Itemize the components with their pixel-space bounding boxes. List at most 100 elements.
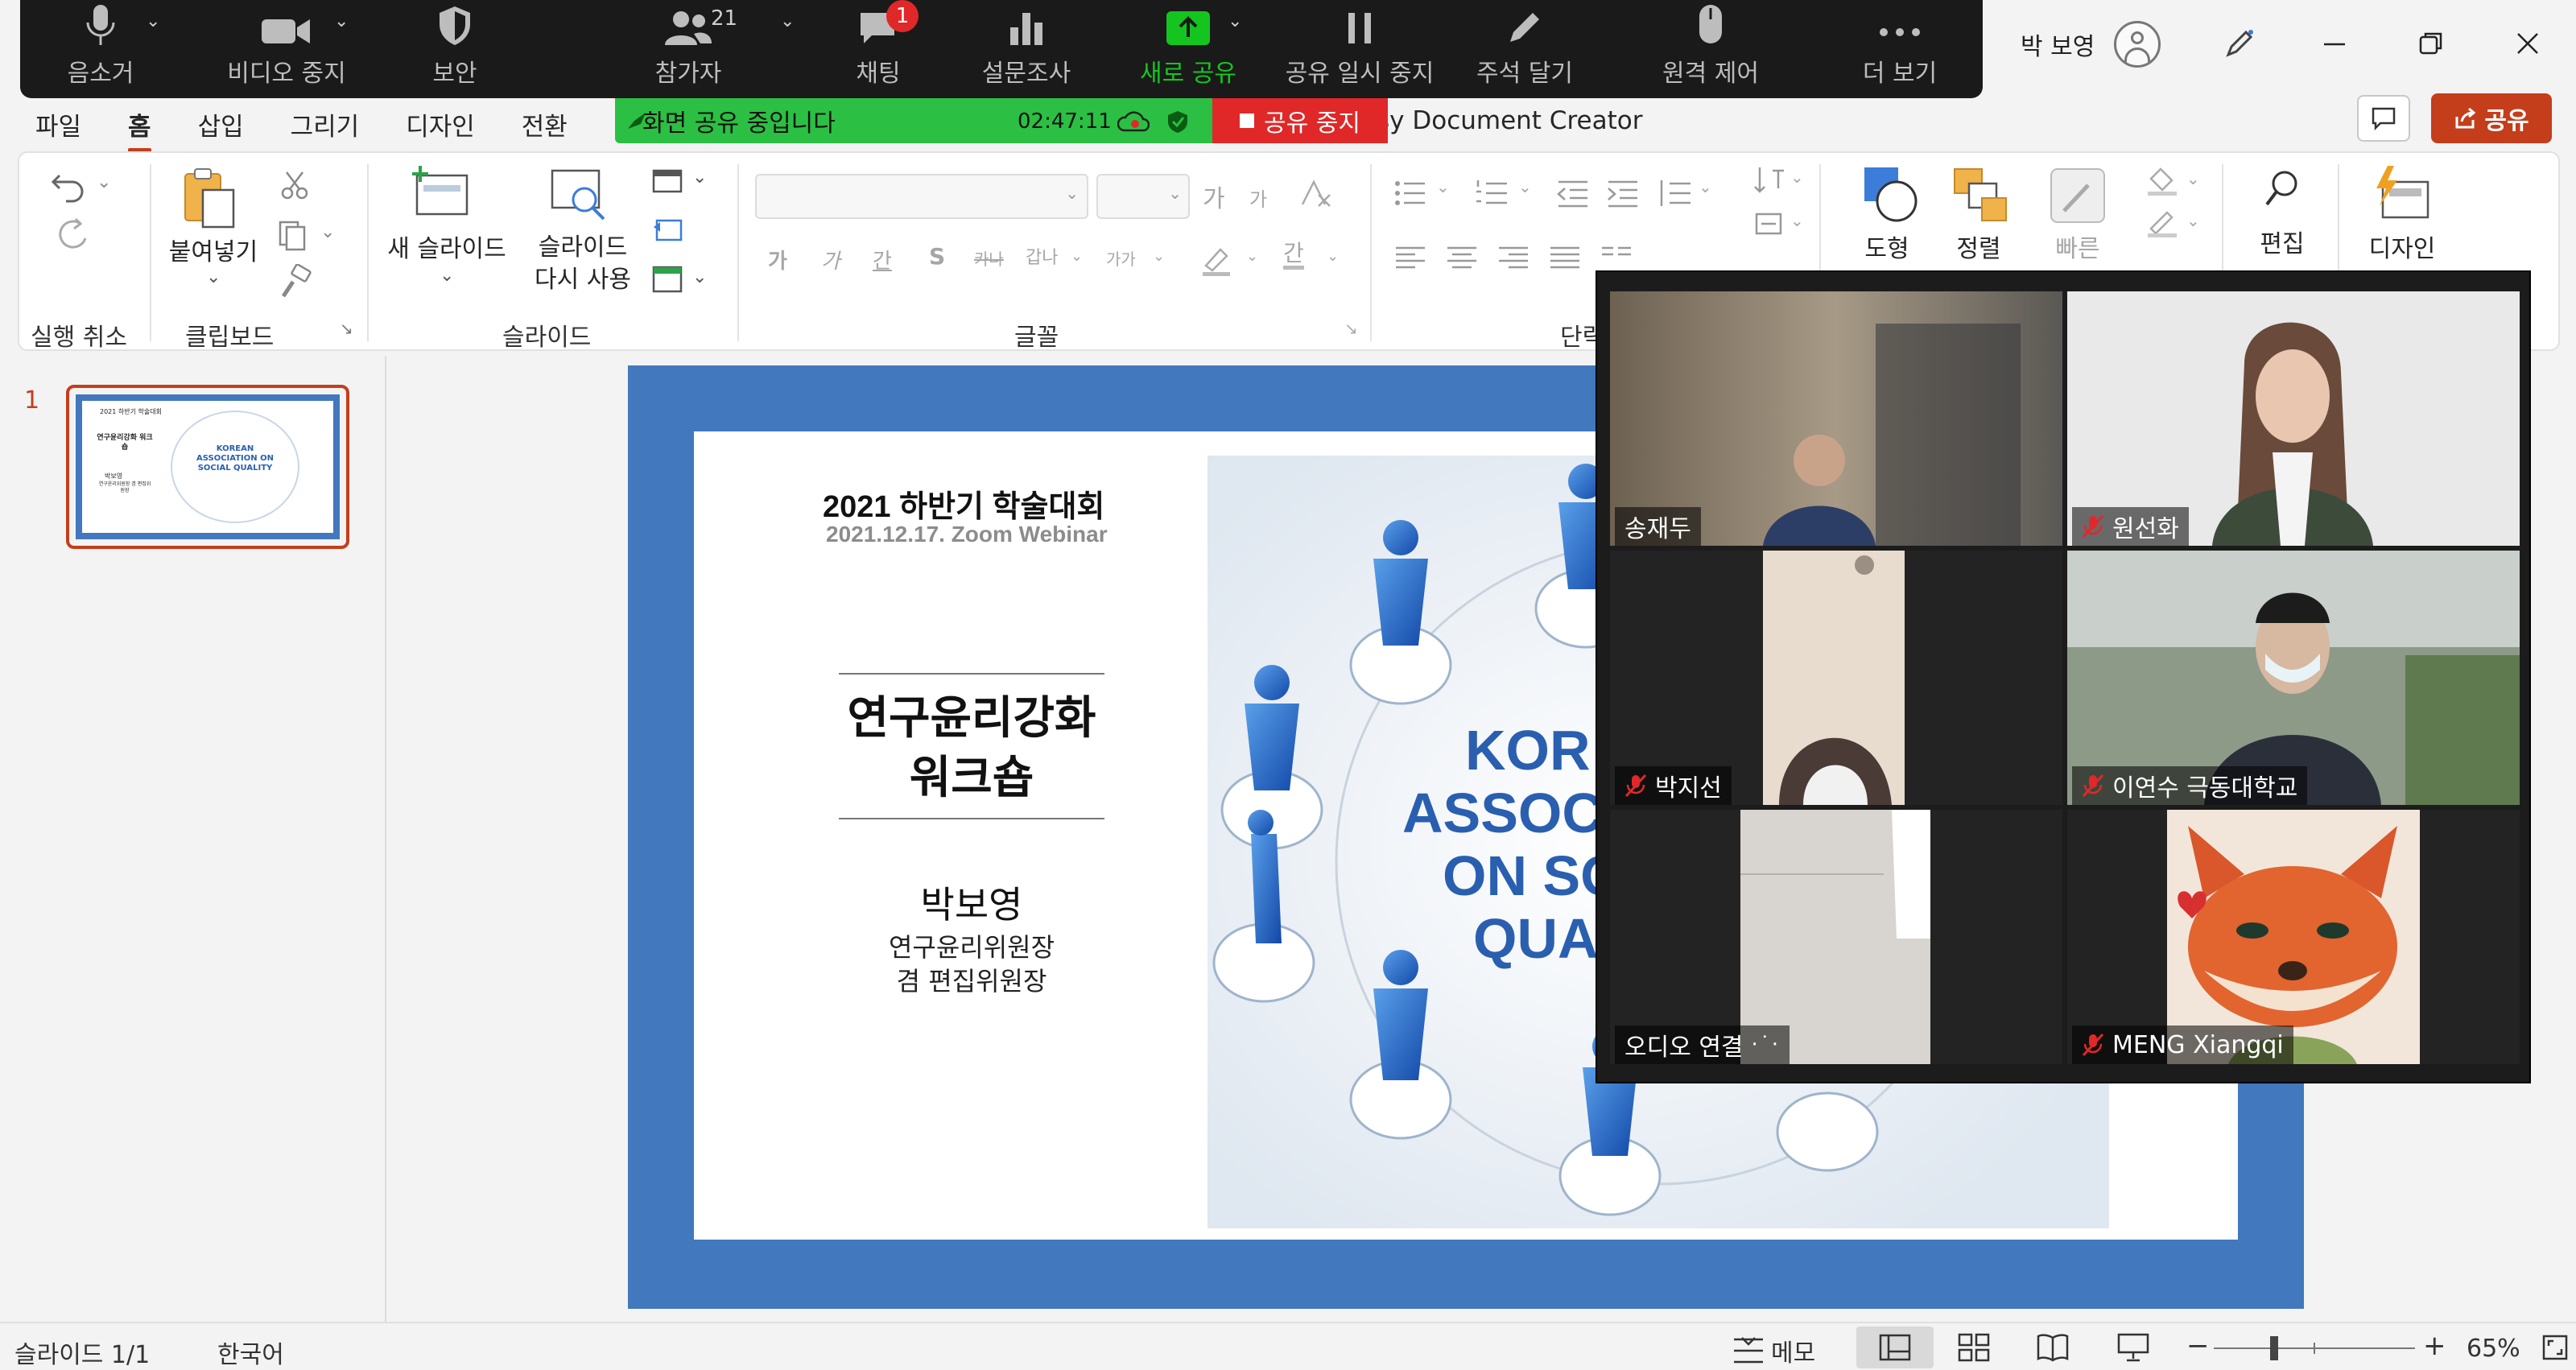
designer-button[interactable]: 디자인: [2357, 233, 2447, 266]
reading-view-icon[interactable]: [2037, 1333, 2069, 1362]
line-spacing-icon[interactable]: [1657, 177, 1692, 209]
zoom-in-icon[interactable]: +: [2423, 1330, 2446, 1362]
participant-tile[interactable]: 송재두: [1610, 291, 2062, 546]
layout-dropdown-icon[interactable]: ⌄: [692, 167, 707, 188]
annotate-button[interactable]: 주석 달기: [1464, 0, 1585, 98]
more-button[interactable]: 더 보기: [1847, 0, 1952, 98]
new-slide-icon[interactable]: [409, 164, 473, 221]
comments-button[interactable]: [2357, 95, 2410, 142]
font-size-combo[interactable]: ⌄: [1096, 174, 1190, 219]
decrease-indent-icon[interactable]: [1555, 177, 1591, 209]
normal-view-button[interactable]: [1856, 1327, 1934, 1368]
poll-button[interactable]: 설문조사: [962, 0, 1091, 98]
tab-insert[interactable]: 삽입: [198, 106, 244, 142]
language-indicator[interactable]: 한국어: [217, 1335, 284, 1370]
change-case-button[interactable]: 가가: [1106, 246, 1136, 270]
align-left-icon[interactable]: [1393, 243, 1428, 272]
underline-button[interactable]: 간: [873, 245, 892, 274]
paste-button[interactable]: 붙여넣기: [161, 237, 266, 269]
paste-icon[interactable]: [180, 166, 238, 232]
text-direction-icon[interactable]: [1752, 164, 1787, 196]
columns-icon[interactable]: [1599, 243, 1634, 272]
align-center-icon[interactable]: [1444, 243, 1480, 272]
clear-format-icon[interactable]: [1298, 177, 1333, 209]
video-options-chevron-icon[interactable]: ⌄: [334, 11, 349, 31]
shapes-icon[interactable]: [1861, 164, 1922, 225]
section-dropdown-icon[interactable]: ⌄: [692, 267, 707, 287]
cut-icon[interactable]: [279, 169, 311, 201]
italic-button[interactable]: 가: [821, 245, 840, 274]
security-button[interactable]: 보안: [415, 0, 495, 98]
pen-icon[interactable]: [2215, 19, 2264, 68]
new-slide-dropdown-icon[interactable]: ⌄: [440, 266, 454, 286]
redo-icon[interactable]: [48, 214, 92, 258]
tab-home[interactable]: 홈: [128, 106, 151, 152]
restore-icon[interactable]: [2407, 19, 2455, 68]
highlight-dropdown-icon[interactable]: ⌄: [1246, 248, 1258, 265]
numbering-icon[interactable]: [1475, 177, 1510, 209]
participant-tile[interactable]: 원선화: [2067, 291, 2520, 546]
zoom-slider[interactable]: [2214, 1336, 2415, 1360]
slideshow-icon[interactable]: [2117, 1333, 2149, 1362]
text-direction-dropdown-icon[interactable]: ⌄: [1790, 167, 1804, 187]
editing-button[interactable]: 편집: [2246, 229, 2318, 261]
spacing-button[interactable]: 갑나: [1026, 243, 1058, 269]
notes-button[interactable]: 메모: [1731, 1333, 1815, 1368]
participant-tile[interactable]: 박지선: [1610, 551, 2062, 805]
stop-share-button[interactable]: 공유 중지: [1212, 98, 1388, 143]
tab-design[interactable]: 디자인: [406, 106, 475, 142]
remote-control-button[interactable]: 원격 제어: [1630, 0, 1791, 98]
bullets-icon[interactable]: [1393, 177, 1428, 209]
numbering-dropdown-icon[interactable]: ⌄: [1518, 177, 1532, 196]
reuse-slides-icon[interactable]: [547, 164, 612, 222]
designer-icon[interactable]: [2370, 164, 2434, 225]
participant-tile[interactable]: MENG Xiangqi: [2067, 810, 2520, 1064]
reset-slide-icon[interactable]: [652, 216, 684, 243]
increase-indent-icon[interactable]: [1605, 177, 1641, 209]
mute-button[interactable]: 음소거: [52, 0, 149, 98]
arrange-button[interactable]: 정렬: [1938, 233, 2019, 266]
pause-share-button[interactable]: 공유 일시 중지: [1271, 0, 1448, 98]
spacing-dropdown-icon[interactable]: ⌄: [1071, 248, 1083, 265]
shape-outline-icon[interactable]: [2145, 206, 2180, 238]
shape-fill-icon[interactable]: [2145, 164, 2180, 196]
copy-dropdown-icon[interactable]: ⌄: [320, 222, 335, 242]
layout-icon[interactable]: [652, 167, 684, 195]
undo-icon[interactable]: [48, 166, 92, 206]
copy-icon[interactable]: [277, 219, 314, 251]
change-case-dropdown-icon[interactable]: ⌄: [1153, 248, 1165, 265]
format-painter-icon[interactable]: [277, 264, 314, 301]
shadow-button[interactable]: S: [929, 243, 945, 270]
grow-font-button[interactable]: 가: [1203, 179, 1225, 214]
justify-icon[interactable]: [1547, 243, 1583, 272]
font-dialog-icon[interactable]: ↘: [1344, 319, 1358, 338]
audio-options-chevron-icon[interactable]: ⌄: [146, 11, 160, 31]
line-spacing-dropdown-icon[interactable]: ⌄: [1699, 177, 1712, 196]
arrange-icon[interactable]: [1950, 164, 2011, 225]
participants-chevron-icon[interactable]: ⌄: [780, 11, 795, 31]
minimize-icon[interactable]: [2310, 19, 2359, 68]
tab-draw[interactable]: 그리기: [291, 106, 360, 142]
dialog-launcher-icon[interactable]: ↘: [340, 319, 353, 338]
zoom-slider-thumb[interactable]: [2270, 1336, 2278, 1360]
zoom-out-icon[interactable]: −: [2186, 1330, 2210, 1362]
new-slide-button[interactable]: 새 슬라이드: [380, 233, 514, 266]
close-icon[interactable]: [2504, 19, 2552, 68]
slide-sorter-icon[interactable]: [1958, 1333, 1990, 1362]
strikethrough-button[interactable]: 카나: [974, 246, 1004, 270]
participant-tile[interactable]: 이연수 극동대학교: [2067, 551, 2520, 805]
bullets-dropdown-icon[interactable]: ⌄: [1436, 177, 1450, 196]
font-name-combo[interactable]: ⌄: [755, 174, 1088, 219]
shapes-button[interactable]: 도형: [1847, 233, 1927, 266]
align-text-dropdown-icon[interactable]: ⌄: [1790, 211, 1804, 230]
font-color-dropdown-icon[interactable]: ⌄: [1327, 248, 1339, 265]
share-button[interactable]: 공유: [2431, 93, 2552, 143]
zoom-level[interactable]: 65%: [2467, 1335, 2520, 1363]
share-options-chevron-icon[interactable]: ⌄: [1228, 11, 1242, 31]
highlight-icon[interactable]: [1199, 241, 1235, 277]
font-color-button[interactable]: 간: [1283, 241, 1304, 270]
shape-outline-dropdown-icon[interactable]: ⌄: [2186, 211, 2200, 230]
find-icon[interactable]: [2262, 167, 2304, 213]
quick-styles-icon[interactable]: [2048, 166, 2109, 227]
slide-thumbnail[interactable]: 2021 하반기 학술대회 연구윤리강화 워크숍 박보영 연구윤리위원장 겸 편…: [66, 385, 349, 549]
